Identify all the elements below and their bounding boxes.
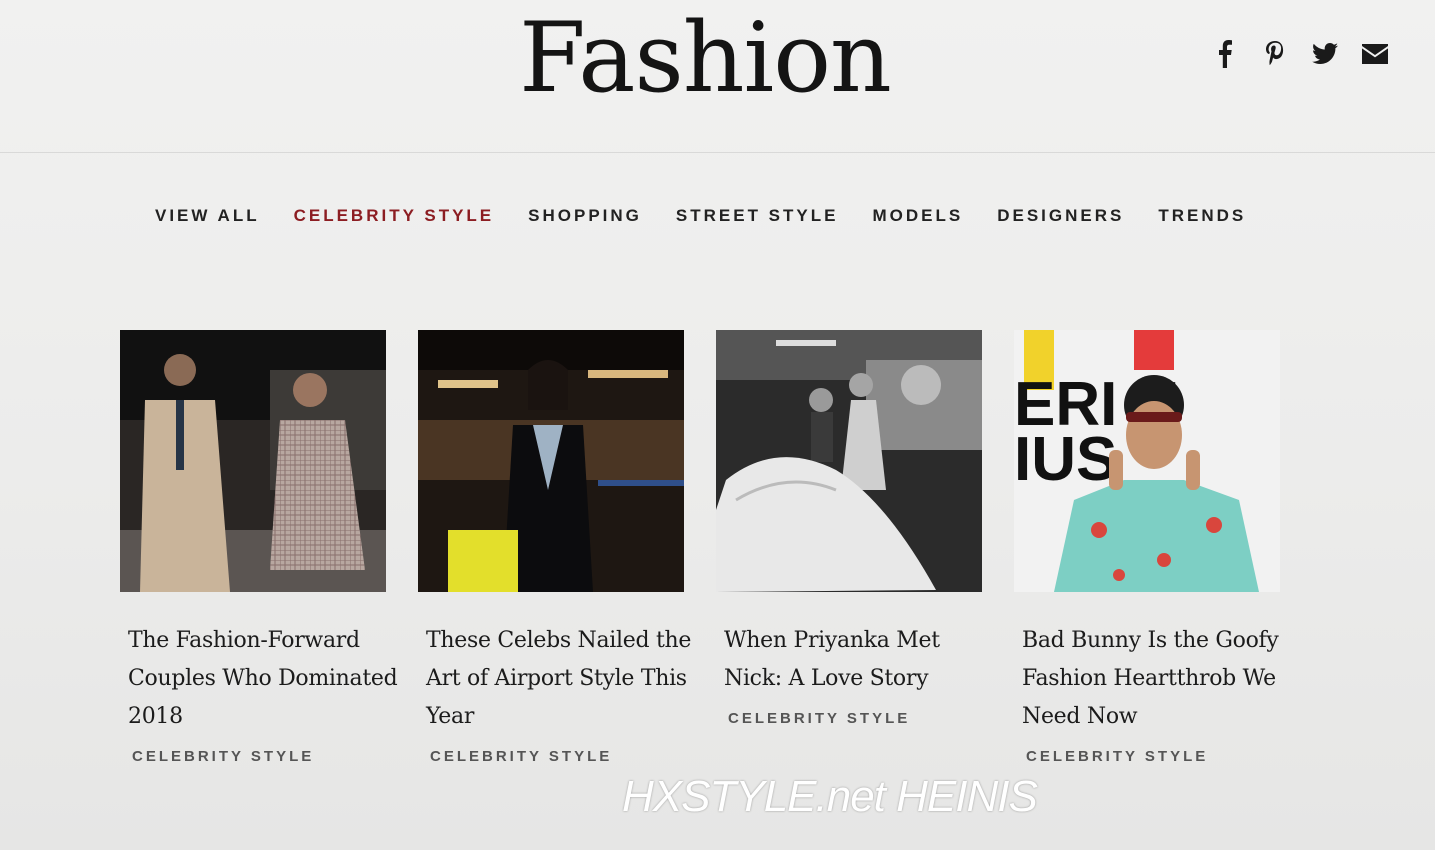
page-title[interactable]: Fashion <box>0 2 1410 114</box>
email-icon[interactable] <box>1361 40 1389 68</box>
article-title[interactable]: These Celebs Nailed the Art of Airport S… <box>426 622 696 736</box>
article-card[interactable]: The Fashion-Forward Couples Who Dominate… <box>120 330 398 765</box>
wedding-photo <box>716 330 982 592</box>
page: Fashion VIEW ALL CELEBRITY STYLE SHOPPIN… <box>0 0 1435 850</box>
category-nav: VIEW ALL CELEBRITY STYLE SHOPPING STREET… <box>155 206 1246 226</box>
nav-trends[interactable]: TRENDS <box>1158 206 1246 226</box>
article-title[interactable]: When Priyanka Met Nick: A Love Story <box>724 622 994 698</box>
svg-text:IUS: IUS <box>1014 425 1117 494</box>
facebook-icon[interactable] <box>1211 40 1239 68</box>
couple-photo <box>120 330 386 592</box>
nav-street-style[interactable]: STREET STYLE <box>676 206 839 226</box>
article-grid: The Fashion-Forward Couples Who Dominate… <box>120 330 1280 765</box>
twitter-icon[interactable] <box>1311 40 1339 68</box>
header-divider <box>0 152 1435 153</box>
pinterest-icon[interactable] <box>1261 40 1289 68</box>
nav-view-all[interactable]: VIEW ALL <box>155 206 260 226</box>
nav-designers[interactable]: DESIGNERS <box>997 206 1124 226</box>
article-image[interactable] <box>120 330 386 592</box>
article-category[interactable]: CELEBRITY STYLE <box>1026 748 1280 765</box>
site-header: Fashion <box>0 0 1435 150</box>
article-image[interactable]: ERI N IUS <box>1014 330 1280 592</box>
social-links <box>1211 40 1389 68</box>
nav-celebrity-style[interactable]: CELEBRITY STYLE <box>294 206 495 226</box>
article-title[interactable]: Bad Bunny Is the Goofy Fashion Heartthro… <box>1022 622 1292 736</box>
article-category[interactable]: CELEBRITY STYLE <box>728 710 982 727</box>
bad-bunny-photo: ERI N IUS <box>1014 330 1280 592</box>
article-title[interactable]: The Fashion-Forward Couples Who Dominate… <box>128 622 398 736</box>
airport-photo <box>418 330 684 592</box>
nav-models[interactable]: MODELS <box>872 206 963 226</box>
article-image[interactable] <box>716 330 982 592</box>
article-image[interactable] <box>418 330 684 592</box>
article-category[interactable]: CELEBRITY STYLE <box>430 748 684 765</box>
article-card[interactable]: ERI N IUS Bad Bunny Is the Goofy Fashion… <box>1014 330 1280 765</box>
article-category[interactable]: CELEBRITY STYLE <box>132 748 386 765</box>
article-card[interactable]: These Celebs Nailed the Art of Airport S… <box>418 330 691 765</box>
article-card[interactable]: When Priyanka Met Nick: A Love Story CEL… <box>716 330 982 765</box>
watermark: HXSTYLE.net HEINIS <box>622 772 1038 821</box>
nav-shopping[interactable]: SHOPPING <box>528 206 642 226</box>
